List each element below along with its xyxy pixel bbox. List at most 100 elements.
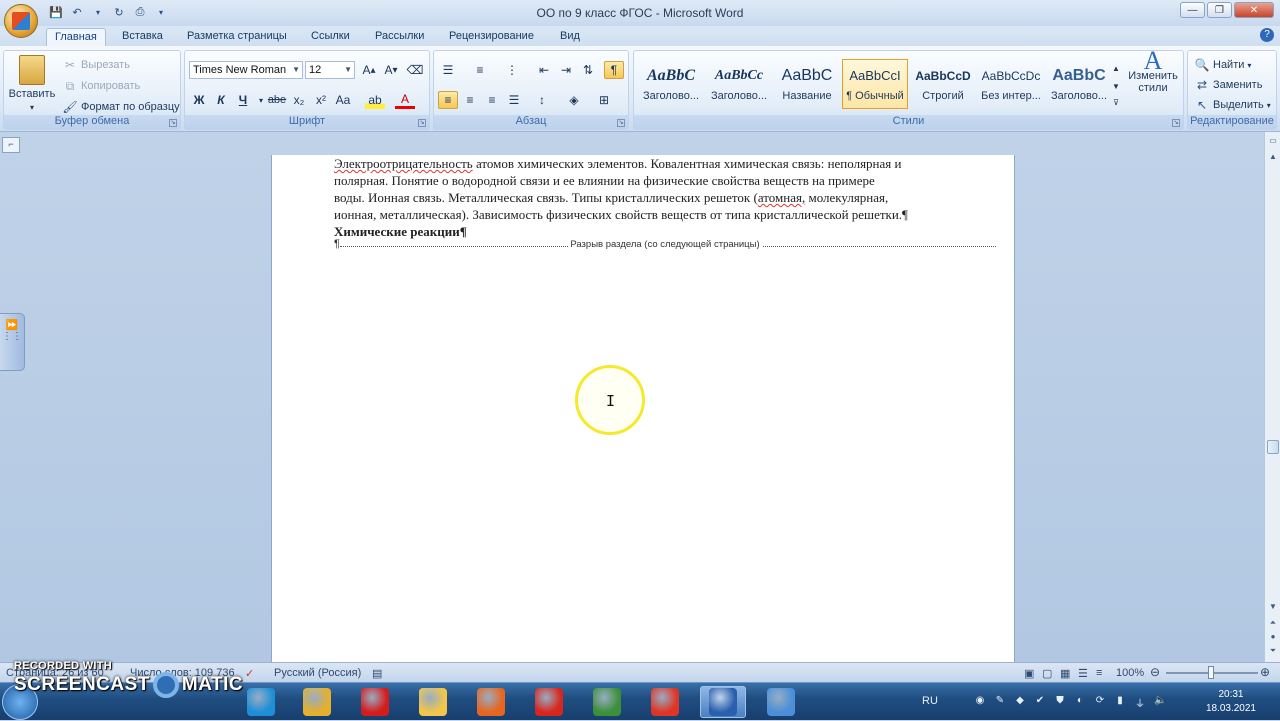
taskbar-chrome-button[interactable] [294, 686, 340, 718]
taskbar-explorer-button[interactable] [410, 686, 456, 718]
ruler-toggle-icon[interactable]: ⌐ [2, 137, 20, 153]
find-button[interactable]: 🔍 Найти ▾ [1194, 57, 1252, 73]
format-painter-button[interactable]: 🖌 Формат по образцу [62, 99, 179, 115]
style-heading3[interactable]: AaBbC Заголово... [1046, 59, 1112, 109]
replace-button[interactable]: ⇄ Заменить [1194, 77, 1262, 93]
dialog-launcher-icon[interactable]: ↘ [418, 119, 426, 127]
grow-font-icon[interactable]: A ▴ [359, 61, 379, 79]
change-styles-button[interactable]: A Изменить стили [1126, 48, 1180, 95]
web-layout-icon[interactable]: ▦ [1060, 667, 1070, 680]
taskbar-edge-button[interactable] [238, 686, 284, 718]
full-screen-reading-icon[interactable]: ▢ [1042, 667, 1052, 680]
minimize-button[interactable]: — [1180, 2, 1205, 18]
italic-button[interactable]: К [211, 91, 231, 109]
dialog-launcher-icon[interactable]: ↘ [1172, 119, 1180, 127]
tray-app-icon[interactable]: ◆ [1014, 695, 1026, 707]
font-size-field[interactable]: 12 ▼ [305, 61, 355, 79]
tray-pen-icon[interactable]: ✎ [994, 695, 1006, 707]
network-icon[interactable]: ⏚ [1134, 695, 1146, 710]
tab-references[interactable]: Ссылки [303, 28, 358, 46]
help-icon[interactable]: ? [1260, 28, 1274, 42]
style-strong[interactable]: AaBbCcD Строгий [910, 59, 976, 109]
language-indicator-tray[interactable]: RU [920, 695, 940, 707]
dialog-launcher-icon[interactable]: ↘ [169, 119, 177, 127]
tab-view[interactable]: Вид [552, 28, 588, 46]
scroll-thumb[interactable] [1267, 440, 1279, 454]
tray-check-icon[interactable]: ✔ [1034, 695, 1046, 707]
align-right-icon[interactable]: ≡ [482, 91, 502, 109]
tray-antivirus-icon[interactable]: ◐ [1074, 695, 1086, 707]
tab-mailings[interactable]: Рассылки [367, 28, 432, 46]
macro-record-icon[interactable]: ▤ [372, 667, 382, 680]
bullets-icon[interactable]: ☰ [438, 61, 458, 79]
previous-page-icon[interactable]: ⏶ [1267, 618, 1279, 630]
numbering-icon[interactable]: ≡ [470, 61, 490, 79]
align-left-icon[interactable]: ≡ [438, 91, 458, 109]
next-page-icon[interactable]: ⏷ [1267, 646, 1279, 658]
style-title[interactable]: AaBbC Название [774, 59, 840, 109]
align-center-icon[interactable]: ≡ [460, 91, 480, 109]
side-panel-toggle[interactable]: ⏩ ⋮⋮ [0, 313, 25, 371]
cut-button[interactable]: ✂ Вырезать [62, 57, 130, 73]
office-button[interactable] [4, 4, 38, 38]
zoom-out-icon[interactable]: ⊖ [1150, 665, 1160, 679]
scroll-down-icon[interactable]: ▼ [1267, 602, 1279, 614]
vertical-scrollbar[interactable]: ▭ ▲ ▼ ⏶ ● ⏷ [1264, 132, 1280, 662]
borders-icon[interactable]: ⊞ [594, 91, 614, 109]
bold-button[interactable]: Ж [189, 91, 209, 109]
print-layout-icon[interactable]: ▣ [1024, 667, 1034, 680]
document-text[interactable]: Электроотрицательность атомов химических… [334, 155, 996, 240]
style-heading2[interactable]: AaBbCc Заголово... [706, 59, 772, 109]
style-normal[interactable]: AaBbCcI ¶ Обычный [842, 59, 908, 109]
outline-view-icon[interactable]: ☰ [1078, 667, 1088, 680]
tray-signal-icon[interactable]: ▮ [1114, 695, 1126, 707]
taskbar-opera-button[interactable] [352, 686, 398, 718]
justify-icon[interactable]: ☰ [504, 91, 524, 109]
dialog-launcher-icon[interactable]: ↘ [617, 119, 625, 127]
clock[interactable]: 20:31 18.03.2021 [1206, 688, 1256, 716]
language-indicator[interactable]: Русский (Россия) [274, 667, 361, 679]
line-spacing-icon[interactable]: ↕ [532, 91, 552, 109]
multilevel-list-icon[interactable]: ⋮ [502, 61, 522, 79]
clear-formatting-icon[interactable]: ⌫ [405, 61, 425, 79]
taskbar-word-button[interactable] [700, 686, 746, 718]
taskbar-firefox-button[interactable] [468, 686, 514, 718]
styles-scroll-up-icon[interactable]: ▲ [1110, 59, 1122, 77]
subscript-button[interactable]: x₂ [289, 91, 309, 109]
ruler-view-icon[interactable]: ▭ [1267, 136, 1279, 148]
taskbar-recorder-button[interactable] [758, 686, 804, 718]
underline-button[interactable]: Ч [233, 91, 253, 109]
styles-more-icon[interactable]: ⊽ [1110, 93, 1122, 111]
scroll-up-icon[interactable]: ▲ [1267, 152, 1279, 164]
font-color-icon[interactable]: A [395, 91, 415, 109]
increase-indent-icon[interactable]: ⇥ [556, 61, 576, 79]
copy-button[interactable]: ⧉ Копировать [62, 78, 141, 94]
sort-icon[interactable]: ⇅ [578, 61, 598, 79]
style-heading1[interactable]: AaBbC Заголово... [638, 59, 704, 109]
tab-page-layout[interactable]: Разметка страницы [179, 28, 295, 46]
zoom-level[interactable]: 100% [1116, 667, 1144, 679]
strikethrough-button[interactable]: abe [267, 91, 287, 109]
shading-icon[interactable]: ◈ [564, 91, 584, 109]
draft-view-icon[interactable]: ≡ [1096, 667, 1102, 679]
tab-insert[interactable]: Вставка [114, 28, 171, 46]
paste-button[interactable]: Вставить ▾ [8, 55, 56, 112]
zoom-slider-knob[interactable] [1208, 666, 1214, 679]
tray-update-icon[interactable]: ⟳ [1094, 695, 1106, 707]
change-case-button[interactable]: Aa [333, 91, 353, 109]
tray-record-icon[interactable]: ◉ [974, 695, 986, 707]
select-button[interactable]: ↖ Выделить ▾ [1194, 97, 1271, 113]
taskbar-yandex-button[interactable] [526, 686, 572, 718]
show-formatting-marks-icon[interactable]: ¶ [604, 61, 624, 79]
restore-button[interactable]: ❐ [1207, 2, 1232, 18]
highlight-icon[interactable]: ab [365, 91, 385, 109]
browse-object-icon[interactable]: ● [1267, 632, 1279, 644]
zoom-in-icon[interactable]: ⊕ [1260, 665, 1270, 679]
superscript-button[interactable]: x² [311, 91, 331, 109]
close-button[interactable]: ✕ [1234, 2, 1274, 18]
tab-home[interactable]: Главная [46, 28, 106, 46]
font-name-field[interactable]: Times New Roman ▼ [189, 61, 303, 79]
shrink-font-icon[interactable]: A ▾ [381, 61, 401, 79]
decrease-indent-icon[interactable]: ⇤ [534, 61, 554, 79]
taskbar-chart-app-button[interactable] [584, 686, 630, 718]
